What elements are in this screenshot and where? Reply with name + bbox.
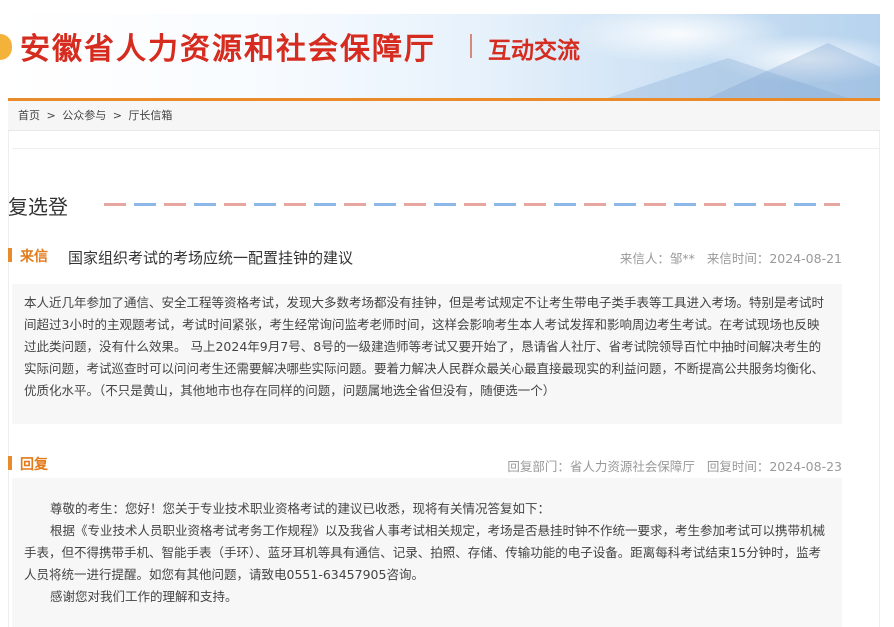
reply-greeting: 尊敬的考生：您好！您关于专业技术职业资格考试的建议已收悉，现将有关情况答复如下： xyxy=(50,501,551,516)
letter-body: 本人近几年参加了通信、安全工程等资格考试，发现大多数考场都没有挂钟，但是考试规定… xyxy=(24,295,825,398)
letter-date: 2024-08-21 xyxy=(769,251,842,266)
reply-tag: 回复 xyxy=(20,457,48,473)
letter-meta: 来信人：邹** 来信时间：2024-08-21 xyxy=(620,248,842,267)
reply-content-box: 尊敬的考生：您好！您关于专业技术职业资格考试的建议已收悉，现将有关情况答复如下：… xyxy=(12,478,842,627)
letter-marker-icon xyxy=(8,248,12,262)
reply-closing: 感谢您对我们工作的理解和支持。 xyxy=(50,589,238,604)
breadcrumb-home-link[interactable]: 首页 xyxy=(18,109,40,122)
heading-dashed-line xyxy=(104,203,840,206)
title-divider xyxy=(470,34,472,58)
reply-dept: 省人力资源社会保障厅 xyxy=(569,459,695,474)
sender-label: 来信人： xyxy=(619,251,670,266)
breadcrumb-director-mailbox-link[interactable]: 厅长信箱 xyxy=(128,109,172,122)
letter-date-label: 来信时间： xyxy=(706,251,770,266)
reply-marker-icon xyxy=(8,456,12,470)
breadcrumb-separator: > xyxy=(46,109,56,122)
breadcrumb: 首页 > 公众参与 > 厅长信箱 xyxy=(8,101,880,131)
content-divider xyxy=(12,148,880,149)
sender-name: 邹** xyxy=(669,251,695,266)
page-heading: 复选登 xyxy=(8,195,68,219)
letter-tag: 来信 xyxy=(20,249,48,265)
reply-body: 根据《专业技术人员职业资格考试考务工作规程》以及我省人事考试相关规定，考场是否悬… xyxy=(24,523,826,582)
reply-date: 2024-08-23 xyxy=(769,459,842,474)
section-title: 互动交流 xyxy=(488,38,580,64)
letter-title: 国家组织考试的考场应统一配置挂钟的建议 xyxy=(68,249,354,267)
reply-date-label: 回复时间： xyxy=(706,459,770,474)
letter-content-box: 本人近几年参加了通信、安全工程等资格考试，发现大多数考场都没有挂钟，但是考试规定… xyxy=(12,284,842,424)
breadcrumb-separator: > xyxy=(112,109,122,122)
reply-dept-label: 回复部门： xyxy=(507,459,570,474)
reply-meta: 回复部门：省人力资源社会保障厅 回复时间：2024-08-23 xyxy=(507,456,842,475)
site-title[interactable]: 安徽省人力资源和社会保障厅 xyxy=(20,24,436,68)
page: 安徽省人力资源和社会保障厅 互动交流 首页 > 公众参与 > 厅长信箱 复选登 … xyxy=(0,0,894,627)
breadcrumb-public-participation-link[interactable]: 公众参与 xyxy=(62,109,106,122)
banner-mountain-decoration xyxy=(708,43,880,98)
